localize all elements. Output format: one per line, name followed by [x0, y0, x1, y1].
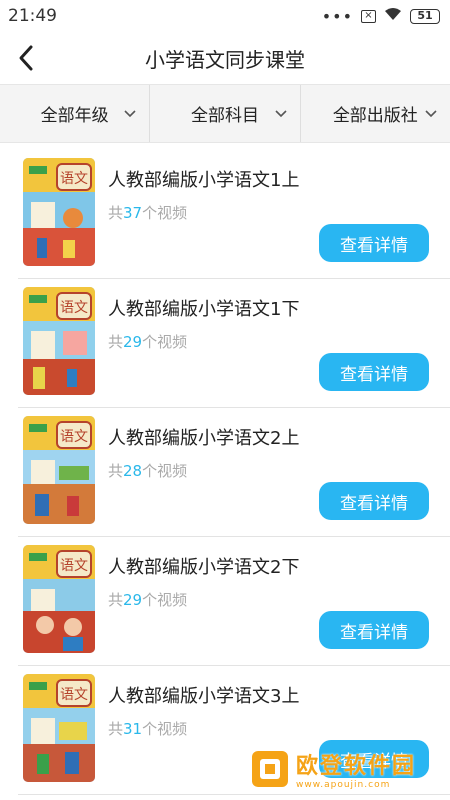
- wifi-icon: [384, 6, 402, 26]
- status-bar: 21:49 ••• × 51: [0, 0, 450, 32]
- video-count: 共31个视频: [108, 720, 188, 738]
- filter-publisher-label: 全部出版社: [332, 106, 418, 126]
- svg-text:语文: 语文: [60, 300, 88, 316]
- svg-text:语文: 语文: [60, 558, 88, 574]
- book-title: 人教部编版小学语文2下: [108, 557, 300, 578]
- svg-text:语文: 语文: [60, 687, 88, 703]
- filter-subject-label: 全部科目: [190, 106, 259, 126]
- book-cover: 语文: [23, 545, 95, 653]
- chevron-down-icon: [124, 110, 136, 118]
- book-cover: 语文: [23, 287, 95, 395]
- chevron-down-icon: [425, 110, 437, 118]
- book-cover: 语文: [23, 158, 95, 266]
- filter-grade[interactable]: 全部年级: [0, 85, 151, 142]
- book-cover: 语文: [23, 416, 95, 524]
- chevron-down-icon: [275, 110, 287, 118]
- view-details-button[interactable]: 查看详情: [319, 482, 429, 520]
- list-item[interactable]: 语文 人教部编版小学语文1下 共29个视频 查看详情: [18, 279, 450, 408]
- nav-bar: 小学语文同步课堂: [0, 32, 450, 84]
- list-item[interactable]: 语文 人教部编版小学语文2上 共28个视频 查看详情: [18, 408, 450, 537]
- filter-grade-label: 全部年级: [40, 106, 109, 126]
- book-title: 人教部编版小学语文2上: [108, 428, 300, 449]
- watermark-url: www.apoujin.com: [296, 780, 391, 790]
- page-title: 小学语文同步课堂: [145, 47, 305, 72]
- filter-bar: 全部年级 全部科目 全部出版社: [0, 84, 450, 143]
- book-title: 人教部编版小学语文1下: [108, 299, 300, 320]
- status-icons: ••• × 51: [322, 6, 440, 26]
- filter-publisher[interactable]: 全部出版社: [301, 85, 450, 142]
- sim-icon: ×: [361, 9, 376, 23]
- list-item[interactable]: 语文 人教部编版小学语文2下 共29个视频 查看详情: [18, 537, 450, 666]
- book-title: 人教部编版小学语文3上: [108, 686, 300, 707]
- battery-icon: 51: [410, 8, 440, 24]
- back-arrow-icon: [19, 45, 33, 71]
- book-cover: 语文: [23, 674, 95, 782]
- video-count: 共28个视频: [108, 462, 188, 480]
- cover-label: 语文: [60, 171, 88, 187]
- video-count: 共37个视频: [108, 204, 188, 222]
- svg-text:语文: 语文: [60, 429, 88, 445]
- status-time: 21:49: [8, 6, 57, 26]
- view-details-button[interactable]: 查看详情: [319, 353, 429, 391]
- site-logo-icon: [252, 751, 288, 787]
- view-details-button[interactable]: 查看详情: [319, 611, 429, 649]
- view-details-button[interactable]: 查看详情: [319, 224, 429, 262]
- watermark: 欧登软件园 www.apoujin.com: [250, 746, 442, 792]
- video-count: 共29个视频: [108, 591, 188, 609]
- watermark-text: 欧登软件园: [296, 754, 417, 779]
- list-item[interactable]: 语文 人教部编版小学语文1上 共37个视频 查看详情: [18, 150, 450, 279]
- filter-subject[interactable]: 全部科目: [150, 85, 301, 142]
- video-count: 共29个视频: [108, 333, 188, 351]
- book-title: 人教部编版小学语文1上: [108, 170, 300, 191]
- more-dots-icon: •••: [321, 6, 353, 26]
- course-list: 语文 人教部编版小学语文1上 共37个视频 查看详情 语文 人教部编版小学语文1…: [0, 143, 450, 795]
- back-button[interactable]: [6, 38, 46, 78]
